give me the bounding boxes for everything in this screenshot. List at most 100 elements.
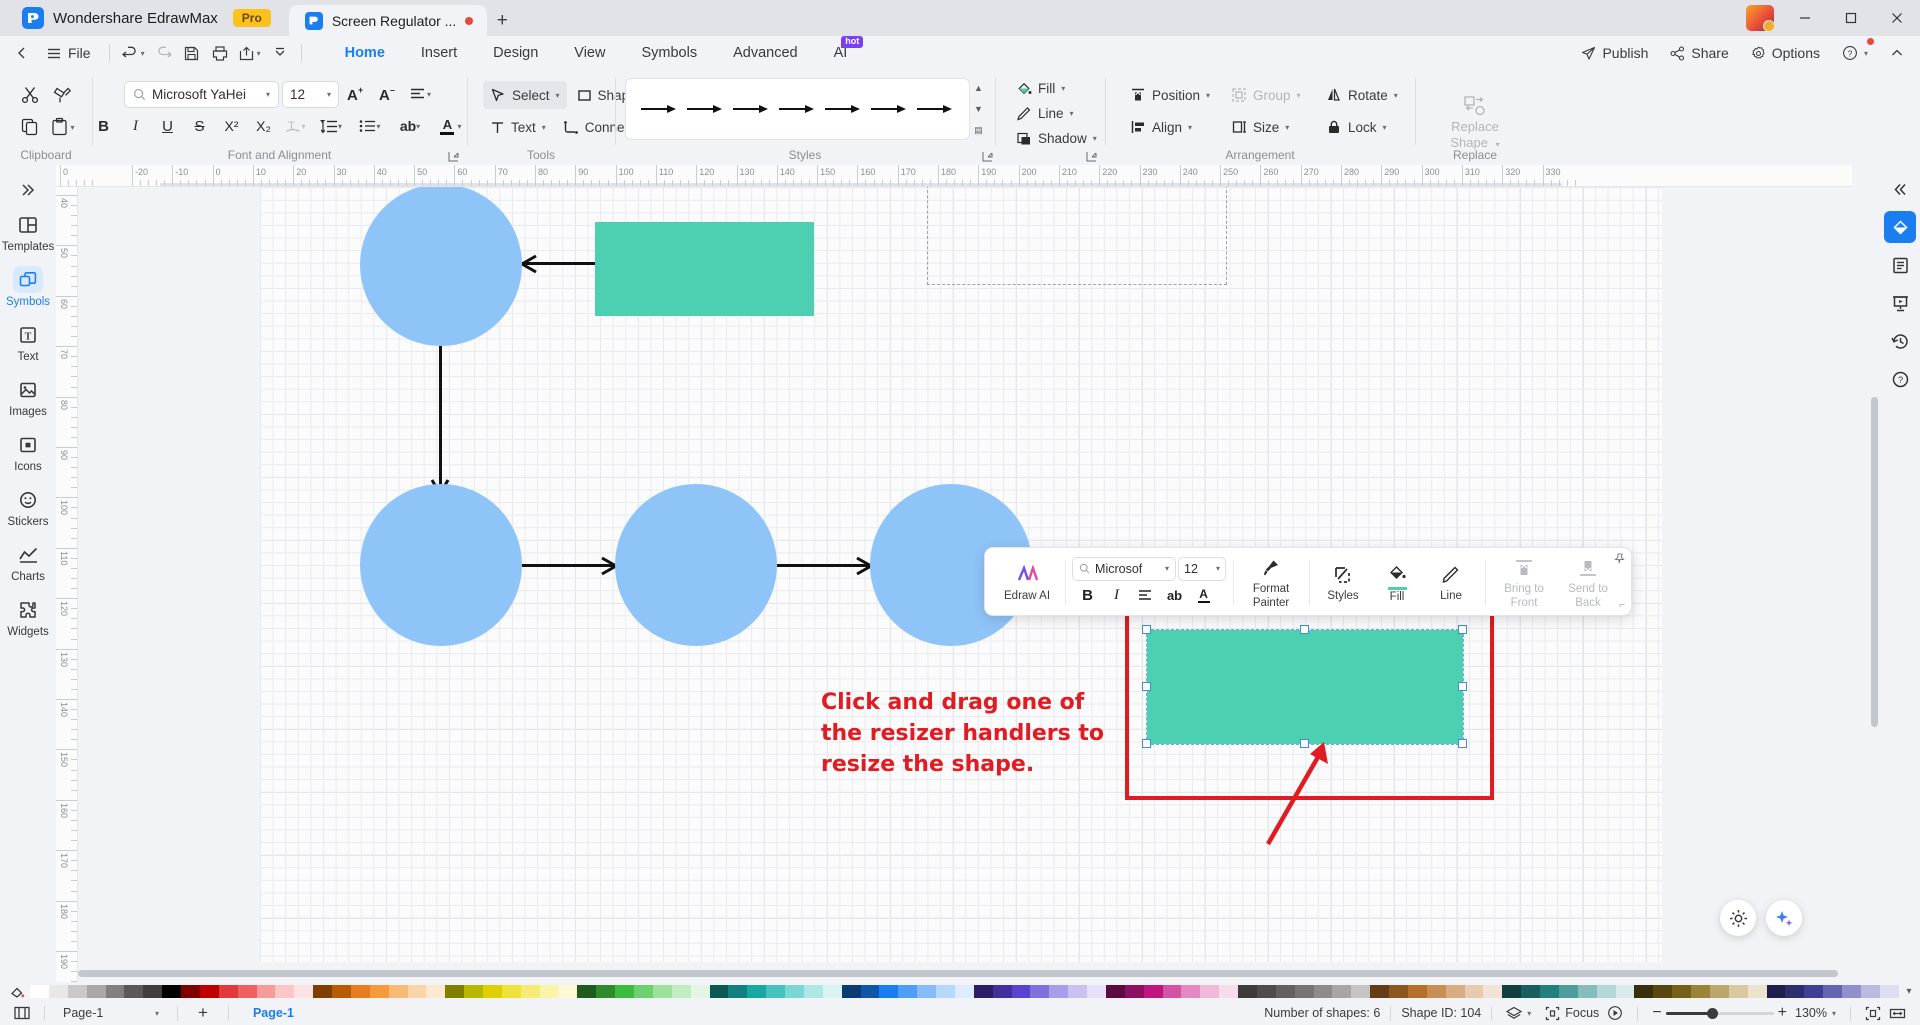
color-swatch[interactable] xyxy=(181,985,200,998)
color-swatch[interactable] xyxy=(426,985,446,998)
color-swatch[interactable] xyxy=(1219,985,1238,998)
circle-bottom-left[interactable] xyxy=(360,484,522,646)
color-swatch[interactable] xyxy=(1464,985,1484,998)
color-swatch[interactable] xyxy=(350,985,370,998)
help-button[interactable]: ? ▾ xyxy=(1832,38,1878,66)
resize-handle-se[interactable] xyxy=(1458,739,1467,748)
select-tool-button[interactable]: Select ▾ xyxy=(483,81,567,109)
presentation-play-button[interactable] xyxy=(1603,1005,1627,1021)
ft-bring-to-front-button[interactable]: Bring to Front xyxy=(1492,554,1556,611)
color-swatch[interactable] xyxy=(1634,985,1654,998)
zoom-out-button[interactable]: − xyxy=(1648,1004,1665,1022)
color-swatch[interactable] xyxy=(464,985,483,998)
color-swatch[interactable] xyxy=(388,985,408,998)
resize-handle-ne[interactable] xyxy=(1458,625,1467,634)
sidebar-item-charts[interactable]: Charts xyxy=(2,535,54,588)
paste-caret-icon[interactable]: ▾ xyxy=(70,123,74,132)
horizontal-scroll-thumb[interactable] xyxy=(78,970,1838,977)
undo-button[interactable]: ▾ xyxy=(117,40,150,66)
color-swatch[interactable] xyxy=(1275,985,1295,998)
color-swatch[interactable] xyxy=(1521,985,1540,998)
export-button[interactable]: ▾ xyxy=(234,40,266,66)
color-swatch[interactable] xyxy=(256,985,276,998)
color-swatch[interactable] xyxy=(558,985,578,998)
color-swatch[interactable] xyxy=(199,985,219,998)
rotate-caret-icon[interactable]: ▾ xyxy=(1394,91,1398,100)
lock-caret-icon[interactable]: ▾ xyxy=(1383,123,1387,132)
styles-gallery[interactable] xyxy=(624,78,970,140)
sidebar-item-symbols[interactable]: Symbols xyxy=(2,260,54,313)
file-menu-button[interactable]: File xyxy=(36,40,102,66)
color-swatch[interactable] xyxy=(294,985,314,998)
color-swatch[interactable] xyxy=(124,985,144,998)
avatar[interactable] xyxy=(1746,5,1775,32)
color-swatch[interactable] xyxy=(671,985,691,998)
tab-design[interactable]: Design xyxy=(475,36,556,70)
palette-expand-button[interactable]: ▾ xyxy=(1898,986,1920,997)
align-caret-icon[interactable]: ▾ xyxy=(1188,123,1192,132)
color-swatch[interactable] xyxy=(1804,985,1824,998)
color-swatch[interactable] xyxy=(1030,985,1050,998)
tab-symbols[interactable]: Symbols xyxy=(623,36,715,70)
paragraph-align-button[interactable]: ▾ xyxy=(406,80,435,108)
color-swatch[interactable] xyxy=(1143,985,1163,998)
color-swatch[interactable] xyxy=(1238,985,1257,998)
color-swatch[interactable] xyxy=(1766,985,1786,998)
zoom-level-selector[interactable]: 130% ▾ xyxy=(1791,1006,1840,1020)
ft-text-case-button[interactable]: ab xyxy=(1161,583,1188,608)
tab-insert[interactable]: Insert xyxy=(403,36,475,70)
color-swatch[interactable] xyxy=(709,985,729,998)
text-case-button[interactable]: ab ▾ xyxy=(391,112,429,140)
ft-font-color-button[interactable]: A xyxy=(1190,583,1217,608)
focus-mode-button[interactable]: Focus xyxy=(1535,1006,1603,1021)
save-button[interactable] xyxy=(178,40,206,66)
color-swatch[interactable] xyxy=(1842,985,1861,998)
color-swatch[interactable] xyxy=(973,985,993,998)
color-swatch[interactable] xyxy=(332,985,351,998)
font-family-input[interactable]: Microsoft YaHei ▾ xyxy=(124,80,279,108)
color-swatch[interactable] xyxy=(483,985,502,998)
font-dialog-launcher[interactable] xyxy=(448,151,459,162)
copy-button[interactable] xyxy=(15,112,45,142)
line-caret-icon[interactable]: ▾ xyxy=(1070,109,1074,118)
share-button[interactable]: Share xyxy=(1660,40,1738,66)
color-swatch[interactable] xyxy=(369,985,389,998)
color-swatch[interactable] xyxy=(803,985,823,998)
bold-button[interactable]: B xyxy=(89,112,118,140)
circle-bottom-middle[interactable] xyxy=(615,484,777,646)
tab-view[interactable]: View xyxy=(556,36,623,70)
color-swatch[interactable] xyxy=(936,985,955,998)
empty-dashed-placeholder[interactable] xyxy=(927,187,1227,285)
bullets-caret-icon[interactable]: ▾ xyxy=(376,122,380,131)
color-swatch[interactable] xyxy=(1747,985,1767,998)
back-button[interactable] xyxy=(8,40,36,66)
rect-top[interactable] xyxy=(595,222,814,316)
fit-width-button[interactable] xyxy=(1885,1006,1910,1021)
font-family-caret-icon[interactable]: ▾ xyxy=(266,90,270,99)
font-color-caret-icon[interactable]: ▾ xyxy=(457,122,461,131)
shadow-caret-icon[interactable]: ▾ xyxy=(1093,134,1097,143)
color-swatch[interactable] xyxy=(48,985,68,998)
document-tab[interactable]: Screen Regulator ... xyxy=(288,5,488,36)
color-swatch[interactable] xyxy=(898,985,918,998)
color-swatch[interactable] xyxy=(652,985,672,998)
color-swatch[interactable] xyxy=(879,985,899,998)
bullets-button[interactable]: ▾ xyxy=(352,112,388,140)
color-swatch[interactable] xyxy=(1407,985,1427,998)
ft-format-painter-button[interactable]: Format Painter xyxy=(1240,554,1302,611)
fill-caret-icon[interactable]: ▾ xyxy=(1061,84,1065,93)
publish-button[interactable]: Publish xyxy=(1571,40,1658,66)
edraw-ai-button[interactable]: Edraw AI xyxy=(996,561,1058,604)
color-swatch[interactable] xyxy=(1256,985,1276,998)
color-swatch[interactable] xyxy=(1691,985,1710,998)
strikethrough-button[interactable]: S xyxy=(185,112,214,140)
format-painter-button[interactable] xyxy=(48,80,78,110)
layers-caret-icon[interactable]: ▾ xyxy=(1527,1009,1531,1018)
ft-font-family-input[interactable]: Microsof ▾ xyxy=(1072,556,1177,581)
color-swatch[interactable] xyxy=(1370,985,1389,998)
redo-button[interactable] xyxy=(150,40,178,66)
shrink-font-button[interactable]: A – xyxy=(374,80,403,108)
color-swatch[interactable] xyxy=(1011,985,1031,998)
sidebar-item-stickers[interactable]: Stickers xyxy=(2,480,54,533)
tab-ai[interactable]: AI hot xyxy=(816,36,866,70)
